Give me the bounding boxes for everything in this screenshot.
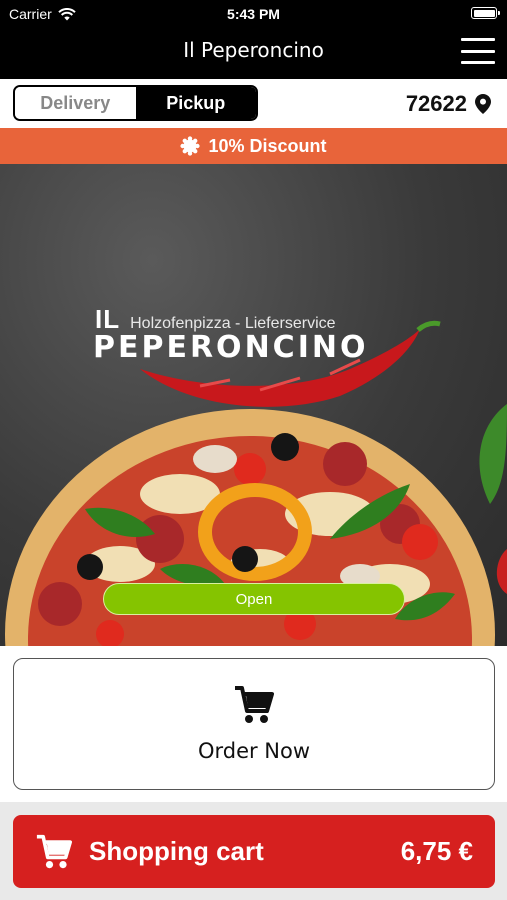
order-now-button[interactable]: Order Now	[13, 658, 495, 790]
logo-name: PEPERONCINO	[93, 330, 369, 365]
top-bar: Carrier 5:43 PM Il Peperoncino	[0, 0, 507, 79]
page-title: Il Peperoncino	[183, 38, 324, 62]
discount-label: 10% Discount	[208, 135, 327, 156]
hero-image: IL Holzofenpizza - Lieferservice PEPERON…	[0, 164, 507, 646]
shopping-cart-label: Shopping cart	[89, 836, 264, 866]
location-selector[interactable]: 72622	[406, 91, 491, 117]
hamburger-menu-icon[interactable]	[461, 38, 495, 64]
cart-total: 6,75 €	[400, 836, 473, 866]
pizza-illustration	[5, 320, 507, 646]
order-mode-row: Delivery Pickup 72622	[0, 79, 507, 128]
cart-icon	[36, 834, 72, 868]
open-status-button[interactable]: Open	[103, 583, 405, 615]
zip-code: 72622	[405, 91, 467, 116]
pickup-tab[interactable]: Pickup	[135, 87, 256, 119]
status-bar: Carrier 5:43 PM	[0, 0, 507, 28]
battery-icon	[471, 7, 500, 19]
location-pin-icon	[475, 94, 491, 114]
cart-icon	[235, 686, 274, 723]
order-mode-toggle: Delivery Pickup	[13, 85, 258, 121]
discount-banner[interactable]: 10% Discount	[0, 128, 507, 164]
status-time: 5:43 PM	[227, 6, 280, 22]
badge-icon	[180, 136, 201, 156]
order-now-label: Order Now	[197, 739, 311, 763]
shopping-cart-button[interactable]: Shopping cart 6,75 €	[13, 815, 495, 888]
delivery-tab[interactable]: Delivery	[15, 87, 136, 119]
